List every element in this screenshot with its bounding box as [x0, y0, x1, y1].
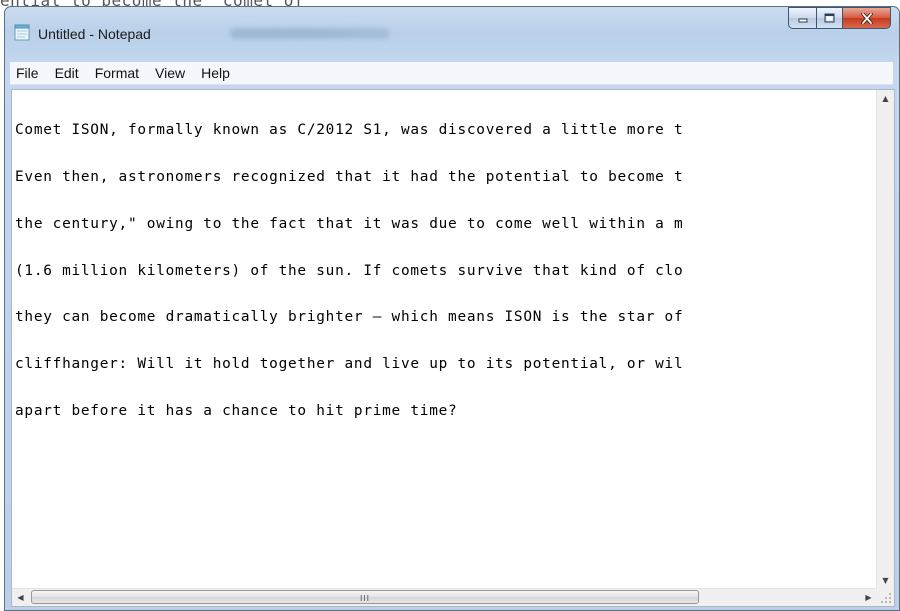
maximize-icon — [824, 13, 835, 23]
menu-help[interactable]: Help — [193, 62, 238, 84]
text-line: cliffhanger: Will it hold together and l… — [15, 356, 684, 373]
text-editor[interactable]: Comet ISON, formally known as C/2012 S1,… — [11, 89, 895, 607]
size-grip-icon — [881, 593, 891, 603]
maximize-button[interactable] — [816, 7, 843, 29]
scroll-right-icon: ▶ — [865, 593, 872, 602]
scroll-down-icon: ▼ — [882, 576, 889, 585]
text-line: apart before it has a chance to hit prim… — [15, 402, 458, 419]
close-button[interactable] — [843, 7, 891, 29]
window-title: Untitled - Notepad — [38, 26, 151, 42]
text-line: Comet ISON, formally known as C/2012 S1,… — [15, 122, 684, 139]
scroll-right-button[interactable]: ▶ — [860, 589, 877, 606]
text-line: the century," owing to the fact that it … — [15, 215, 684, 232]
scroll-thumb-grip: III — [359, 594, 371, 603]
document-text[interactable]: Comet ISON, formally known as C/2012 S1,… — [15, 92, 873, 451]
menu-view[interactable]: View — [147, 62, 193, 84]
text-line: they can become dramatically brighter — … — [15, 309, 684, 326]
menu-edit[interactable]: Edit — [47, 62, 87, 84]
text-line: (1.6 million kilometers) of the sun. If … — [15, 262, 684, 279]
window-controls — [788, 7, 891, 29]
menu-file[interactable]: File — [10, 62, 47, 84]
menu-format[interactable]: Format — [87, 62, 147, 84]
minimize-button[interactable] — [788, 7, 816, 29]
title-bar[interactable]: Untitled - Notepad — [5, 7, 899, 57]
close-icon — [860, 12, 873, 24]
notepad-window: Untitled - Notepad File Edit Format View… — [4, 6, 900, 611]
minimize-icon — [798, 18, 807, 23]
scroll-up-button[interactable]: ▲ — [877, 90, 894, 107]
scroll-left-button[interactable]: ◀ — [12, 589, 29, 606]
text-line: Even then, astronomers recognized that i… — [15, 168, 684, 185]
scroll-left-icon: ◀ — [17, 593, 24, 602]
vertical-scrollbar[interactable]: ▲ ▼ — [876, 90, 894, 589]
horizontal-scrollbar[interactable]: ◀ III ▶ — [12, 588, 877, 606]
size-grip[interactable] — [877, 589, 894, 606]
horizontal-scroll-thumb[interactable]: III — [31, 590, 699, 604]
scroll-down-button[interactable]: ▼ — [877, 572, 894, 589]
menu-bar: File Edit Format View Help — [10, 62, 893, 85]
blurred-title-region — [230, 28, 390, 39]
notepad-app-icon — [14, 24, 30, 41]
scroll-up-icon: ▲ — [882, 94, 889, 103]
